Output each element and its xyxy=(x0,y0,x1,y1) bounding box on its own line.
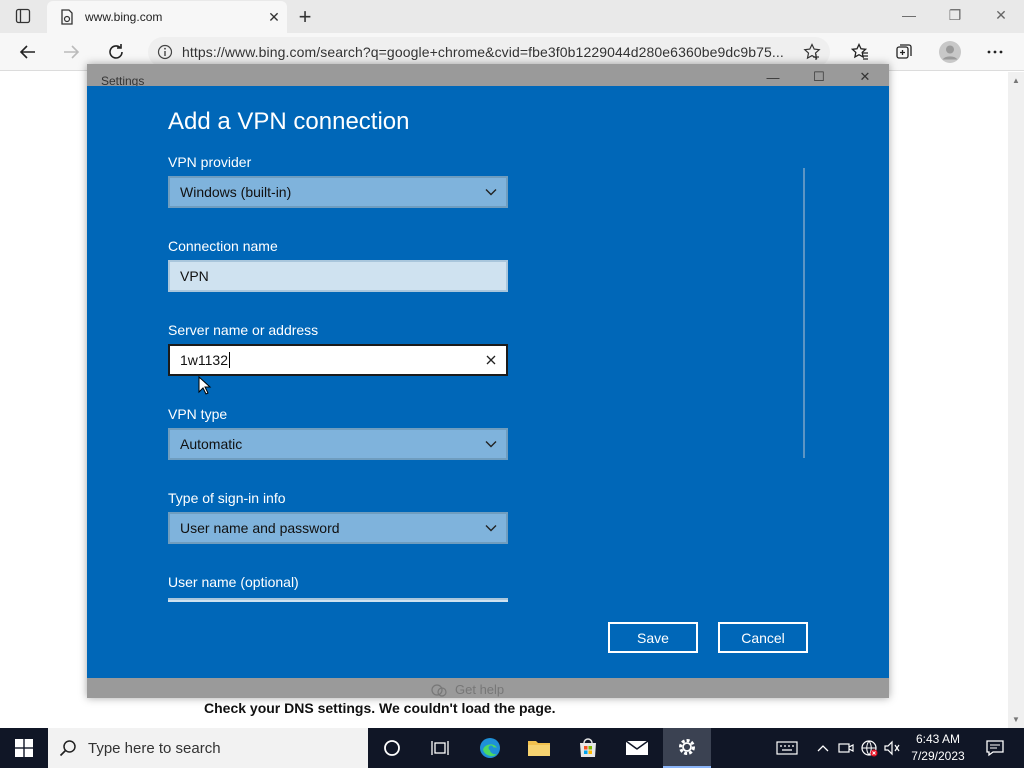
scroll-down-icon[interactable]: ▼ xyxy=(1012,715,1020,724)
server-label: Server name or address xyxy=(168,322,319,338)
server-address-field[interactable]: 1w1132 xyxy=(168,344,508,376)
edge-browser-icon[interactable] xyxy=(466,728,514,768)
taskbar: Type here to search 6:43 AM 7/29/2023 xyxy=(0,728,1024,768)
username-label: User name (optional) xyxy=(168,574,299,590)
browser-tab-bar: www.bing.com ✕ + — ❐ ✕ xyxy=(0,0,1024,33)
cortana-icon[interactable] xyxy=(368,728,416,768)
provider-label: VPN provider xyxy=(168,154,252,170)
taskbar-search[interactable]: Type here to search xyxy=(48,728,368,768)
address-bar[interactable]: https://www.bing.com/search?q=google+chr… xyxy=(148,37,830,67)
connection-name-label: Connection name xyxy=(168,238,278,254)
file-explorer-icon[interactable] xyxy=(515,728,563,768)
chevron-down-icon xyxy=(485,525,497,532)
server-value: 1w1132 xyxy=(180,352,229,368)
chevron-down-icon xyxy=(485,441,497,448)
new-tab-button[interactable]: + xyxy=(292,4,318,30)
dialog-scrollbar[interactable] xyxy=(803,168,805,458)
search-icon xyxy=(48,739,88,757)
microsoft-store-icon[interactable] xyxy=(564,728,612,768)
cancel-button[interactable]: Cancel xyxy=(718,622,808,653)
tab-close-icon[interactable]: ✕ xyxy=(261,4,287,30)
connection-name-field[interactable]: VPN xyxy=(168,260,508,292)
signin-type-dropdown[interactable]: User name and password xyxy=(168,512,508,544)
mail-icon[interactable] xyxy=(613,728,661,768)
task-view-icon[interactable] xyxy=(416,728,464,768)
dialog-heading: Add a VPN connection xyxy=(168,108,410,135)
get-help-link[interactable]: Get help xyxy=(431,682,504,697)
add-favorite-icon[interactable] xyxy=(794,43,830,61)
settings-minimize-icon[interactable]: — xyxy=(753,68,793,86)
settings-close-icon[interactable]: ✕ xyxy=(845,68,885,86)
forward-icon[interactable] xyxy=(56,37,86,67)
keyboard-icon[interactable] xyxy=(772,728,802,768)
url-text: https://www.bing.com/search?q=google+chr… xyxy=(182,44,784,60)
clock-date: 7/29/2023 xyxy=(911,749,965,763)
network-error-icon[interactable] xyxy=(858,728,880,768)
tab-title: www.bing.com xyxy=(85,10,163,24)
save-button[interactable]: Save xyxy=(608,622,698,653)
settings-gear-icon[interactable] xyxy=(663,728,711,768)
page-scrollbar[interactable]: ▲ ▼ xyxy=(1008,72,1024,728)
vpn-type-label: VPN type xyxy=(168,406,228,422)
profile-avatar-icon[interactable] xyxy=(935,37,965,67)
vpn-provider-dropdown[interactable]: Windows (built-in) xyxy=(168,176,508,208)
more-options-icon[interactable] xyxy=(980,37,1010,67)
chevron-down-icon xyxy=(485,189,497,196)
settings-maximize-icon[interactable]: ☐ xyxy=(799,68,839,86)
help-icon xyxy=(431,683,447,697)
start-button[interactable] xyxy=(0,728,48,768)
signin-type-label: Type of sign-in info xyxy=(168,490,286,506)
signin-type-value: User name and password xyxy=(180,520,340,536)
dns-error-message: Check your DNS settings. We couldn't loa… xyxy=(204,700,556,716)
settings-footer: Get help xyxy=(87,678,889,698)
favorites-icon[interactable] xyxy=(845,37,875,67)
clock-time: 6:43 AM xyxy=(915,732,961,746)
text-caret xyxy=(229,352,231,368)
windows-logo-icon xyxy=(15,739,33,757)
minimize-icon[interactable]: — xyxy=(886,0,932,30)
meet-now-icon[interactable] xyxy=(836,728,856,768)
scroll-up-icon[interactable]: ▲ xyxy=(1012,76,1020,85)
vpn-type-dropdown[interactable]: Automatic xyxy=(168,428,508,460)
notifications-icon[interactable] xyxy=(980,728,1010,768)
close-window-icon[interactable]: ✕ xyxy=(978,0,1024,30)
page-error-icon xyxy=(59,9,75,25)
get-help-text: Get help xyxy=(455,682,505,697)
restore-icon[interactable]: ❐ xyxy=(932,0,978,30)
provider-value: Windows (built-in) xyxy=(180,184,292,200)
tab-actions-icon[interactable] xyxy=(8,5,38,27)
volume-icon[interactable] xyxy=(882,728,902,768)
browser-tab[interactable]: www.bing.com ✕ xyxy=(47,1,287,33)
clock[interactable]: 6:43 AM 7/29/2023 xyxy=(904,731,972,765)
connection-name-value: VPN xyxy=(180,268,209,284)
collections-icon[interactable] xyxy=(889,37,919,67)
clear-text-icon[interactable] xyxy=(484,353,498,367)
back-icon[interactable] xyxy=(13,37,43,67)
search-placeholder: Type here to search xyxy=(88,739,221,757)
chevron-up-icon[interactable] xyxy=(812,728,834,768)
username-field[interactable] xyxy=(168,598,508,602)
settings-titlebar: Settings — ☐ ✕ xyxy=(87,64,889,88)
refresh-icon[interactable] xyxy=(101,37,131,67)
info-icon[interactable] xyxy=(148,44,182,60)
mouse-cursor-icon xyxy=(198,376,212,395)
vpn-type-value: Automatic xyxy=(180,436,243,452)
